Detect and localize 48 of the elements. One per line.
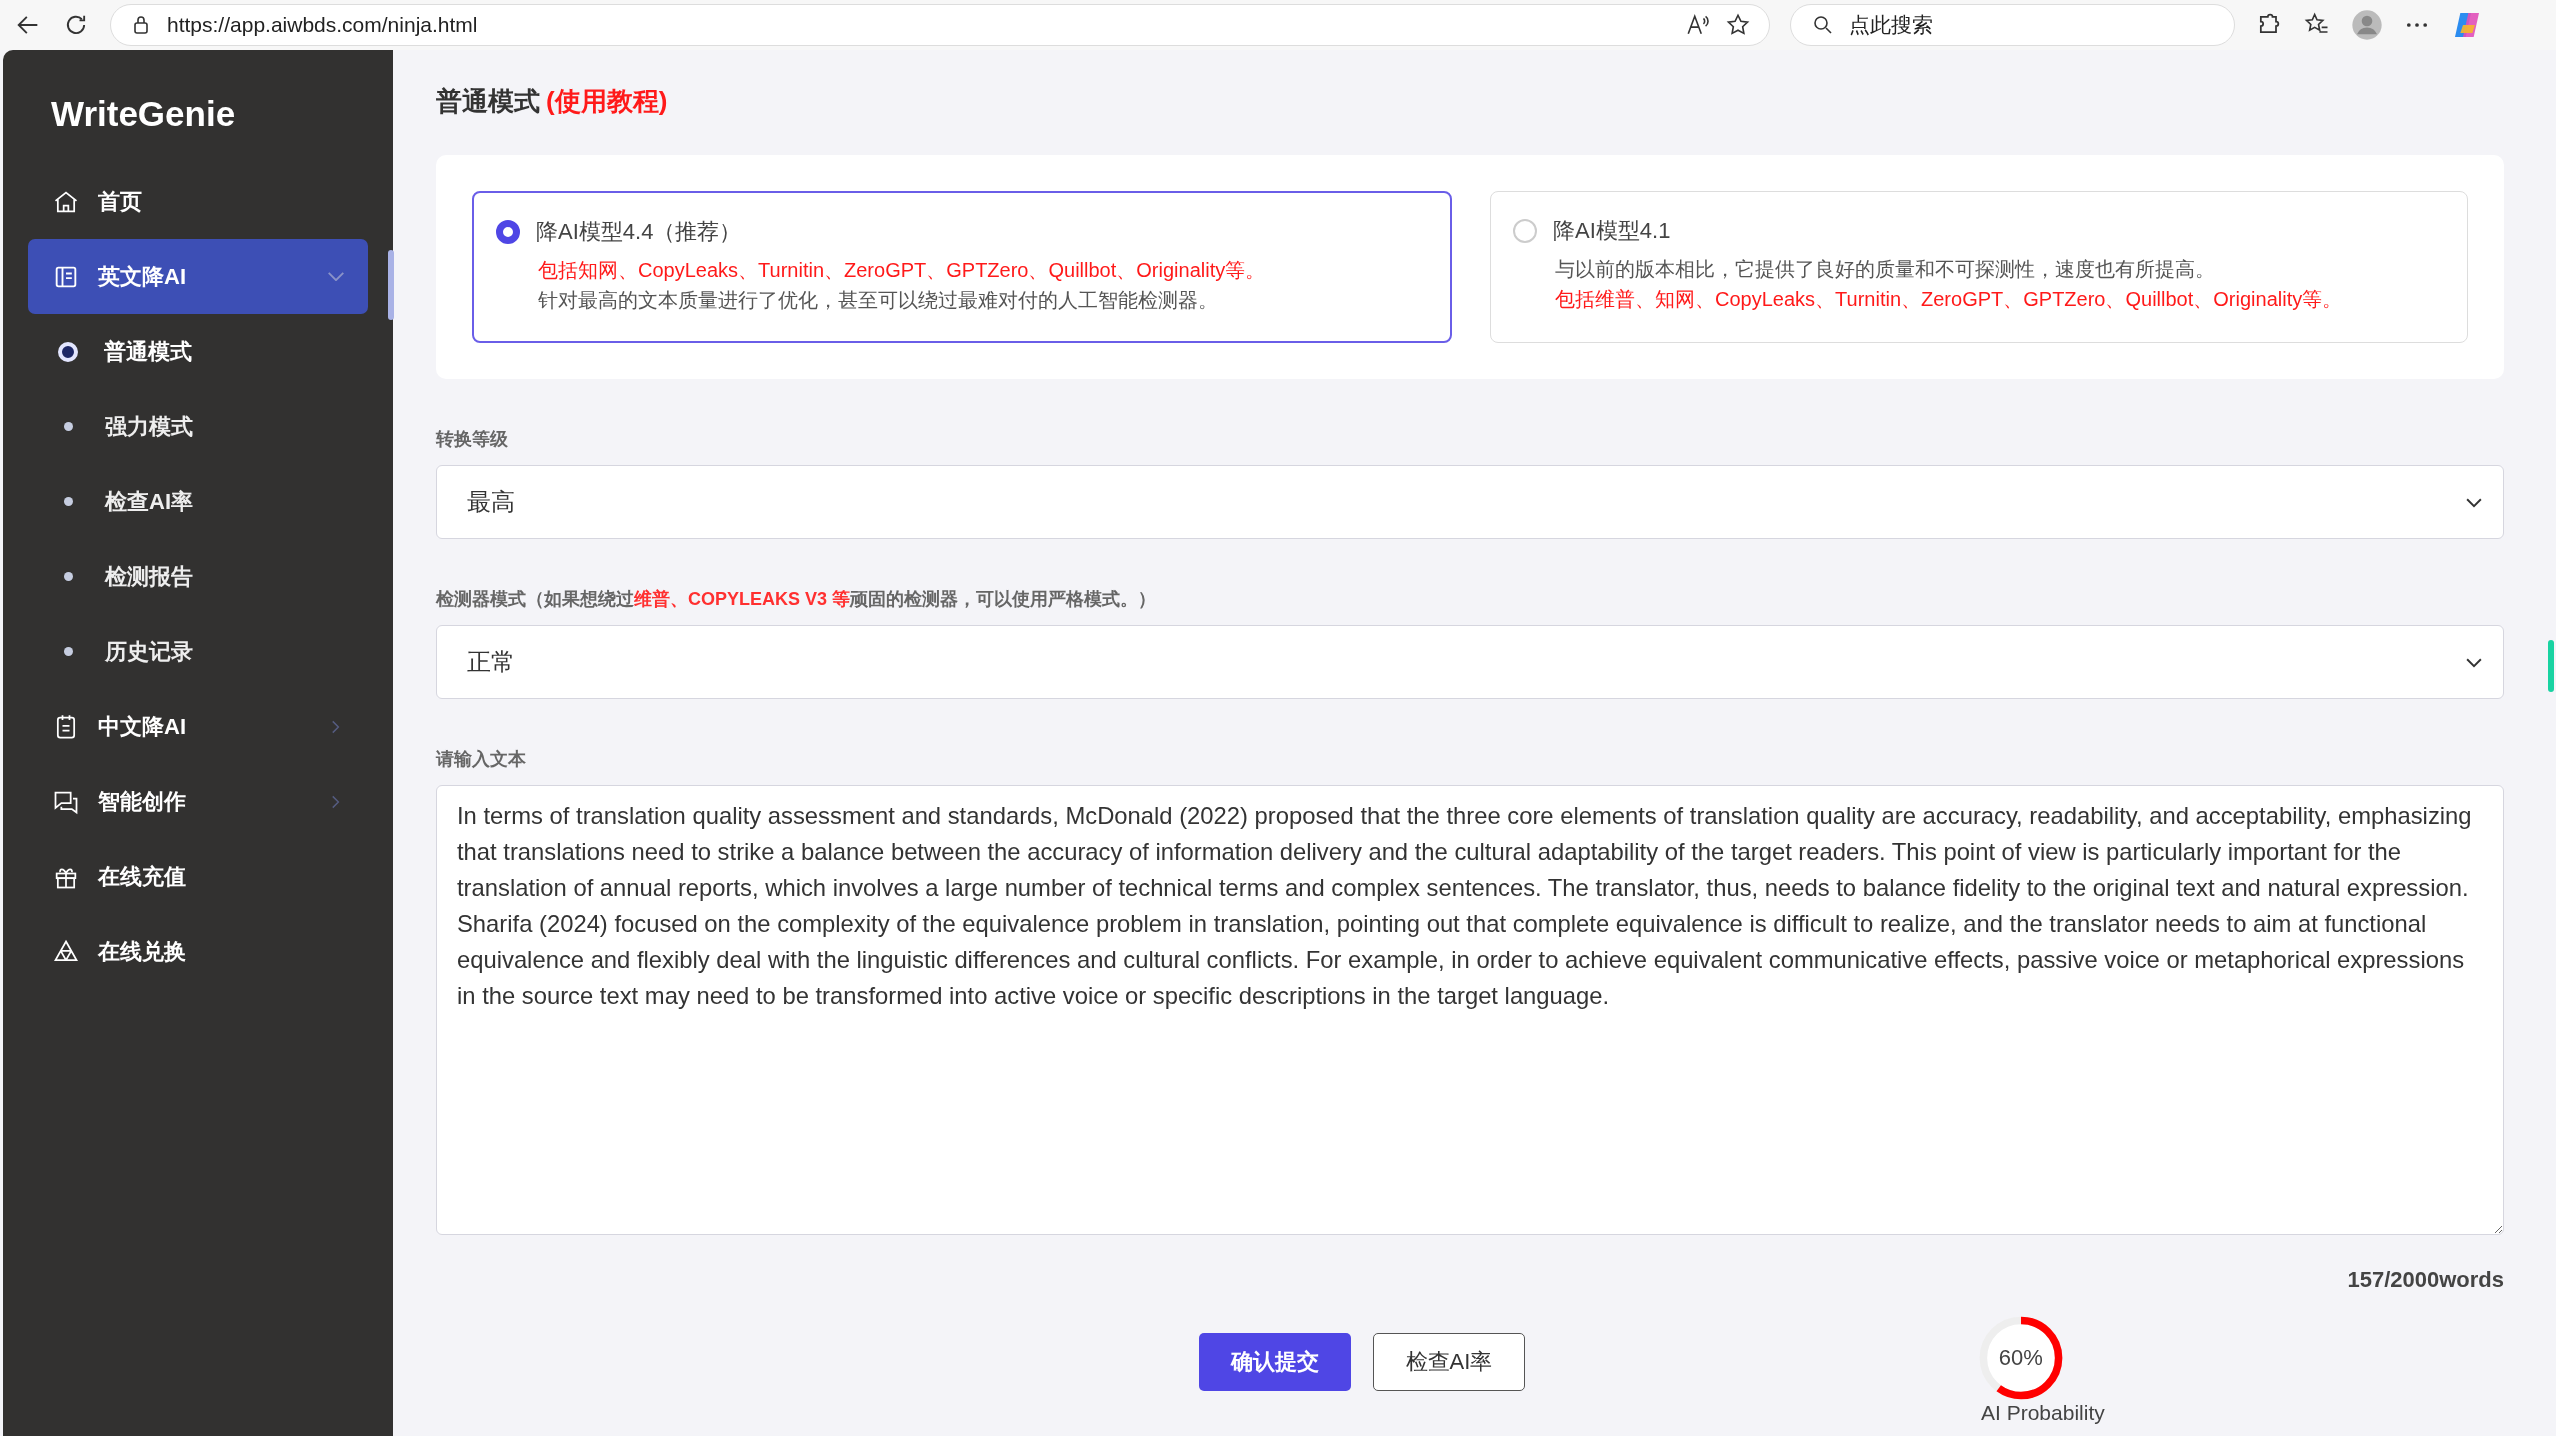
model-option[interactable]: 降AI模型4.4（推荐） 包括知网、CopyLeaks、Turnitin、ZeroGPT、GPTZero、Quillbot、Originality等。 针对最高的文本质量进行了优化，甚至可以绕过最难对付的人工智能检测器。 bbox=[472, 191, 1452, 343]
sidebar-item[interactable]: 首页 bbox=[28, 164, 368, 239]
sidebar-subitem[interactable]: 强力模式 bbox=[28, 389, 368, 464]
field-label: 请输入文本 bbox=[436, 748, 527, 771]
chevron-down-icon bbox=[328, 272, 344, 281]
conversion-level-select[interactable]: 最高 bbox=[436, 465, 2504, 539]
sidebar-item[interactable]: 智能创作 bbox=[28, 764, 368, 839]
app-logo: WriteGenie bbox=[50, 94, 237, 134]
sidebar-subitem[interactable]: 检测报告 bbox=[28, 539, 368, 614]
selected-ring-icon bbox=[58, 341, 78, 362]
bullet-dot-icon bbox=[64, 422, 73, 431]
sidebar-item[interactable]: 英文降AI bbox=[28, 239, 368, 314]
page-title: 普通模式 bbox=[436, 85, 540, 118]
model-description: 包括维普、知网、CopyLeaks、Turnitin、ZeroGPT、GPTZero、Quillbot、Originality等。 bbox=[1554, 287, 2344, 312]
sidebar-item[interactable]: 中文降AI bbox=[28, 689, 368, 764]
search-placeholder: 点此搜索 bbox=[1849, 12, 1933, 38]
address-bar[interactable]: https://app.aiwbds.com/ninja.html bbox=[110, 4, 1770, 46]
model-description: 包括知网、CopyLeaks、Turnitin、ZeroGPT、GPTZero、Quillbot、Originality等。 bbox=[537, 258, 1267, 283]
probability-caption: AI Probability bbox=[1981, 1401, 2105, 1425]
model-title: 降AI模型4.1 bbox=[1553, 217, 1671, 245]
word-count: 157/2000words bbox=[2347, 1267, 2504, 1293]
bullet-dot-icon bbox=[64, 497, 73, 506]
radio-button[interactable] bbox=[496, 220, 520, 244]
url-text: https://app.aiwbds.com/ninja.html bbox=[167, 13, 478, 37]
detector-mode-select[interactable]: 正常 bbox=[436, 625, 2504, 699]
scrollbar-thumb[interactable] bbox=[2548, 640, 2554, 692]
model-description: 与以前的版本相比，它提供了良好的质量和不可探测性，速度也有所提高。 bbox=[1554, 257, 2216, 282]
sidebar-subitem[interactable]: 普通模式 bbox=[28, 314, 368, 389]
star-icon[interactable] bbox=[1725, 12, 1751, 38]
field-label: 检测器模式（如果想绕过维普、COPYLEAKS V3 等顽固的检测器，可以使用严格模式。） bbox=[436, 588, 1158, 611]
action-button[interactable]: 确认提交 bbox=[1199, 1333, 1351, 1391]
action-button[interactable]: 检查AI率 bbox=[1373, 1333, 1525, 1391]
text-input-area[interactable]: In terms of translation quality assessment and standards, McDonald (2022) proposed that the three core elements of translation quality are accuracy, readability, and acceptability, emphasizing that translations need to strike a balance between the accuracy of information delivery and the cultural adaptability of the target readers. This point of view is particularly important for the translation of annual reports, which involves a large number of technical terms and complex sentences. The translator, thus, needs to balance fidelity to the original text and natural expression. Sharifa (2024) focused on the complexity of the equivalence problem in translation, pointing out that complete equivalence is difficult to realize, and the translator needs to aim at functional equivalence and flexibly deal with the linguistic differences and cultural conflicts. For example, in order to achieve equivalent communicative effects, passive voice or metaphorical expressions in the source text may need to be transformed into active voice or specific descriptions in the target language. bbox=[436, 785, 2504, 1235]
sidebar-subitem[interactable]: 历史记录 bbox=[28, 614, 368, 689]
active-indicator bbox=[388, 250, 394, 320]
bullet-dot-icon bbox=[64, 647, 73, 656]
profile-avatar-icon[interactable] bbox=[2351, 9, 2383, 41]
sidebar-item[interactable]: 在线兑换 bbox=[28, 914, 368, 989]
probability-reading: 60% bbox=[1997, 1344, 2044, 1372]
field-label: 转换等级 bbox=[436, 428, 509, 451]
sidebar-subitem[interactable]: 检查AI率 bbox=[28, 464, 368, 539]
bullet-dot-icon bbox=[64, 572, 73, 581]
tutorial-link[interactable]: (使用教程) bbox=[546, 84, 668, 119]
sidebar-item[interactable]: 在线充值 bbox=[28, 839, 368, 914]
model-title: 降AI模型4.4（推荐） bbox=[536, 218, 742, 246]
search-field[interactable]: 点此搜索 bbox=[1790, 4, 2235, 46]
model-description: 针对最高的文本质量进行了优化，甚至可以绕过最难对付的人工智能检测器。 bbox=[537, 288, 1219, 313]
model-option[interactable]: 降AI模型4.1 与以前的版本相比，它提供了良好的质量和不可探测性，速度也有所提高。 包括维普、知网、CopyLeaks、Turnitin、ZeroGPT、GPTZero、Quillbot、Originality等。 bbox=[1490, 191, 2468, 343]
